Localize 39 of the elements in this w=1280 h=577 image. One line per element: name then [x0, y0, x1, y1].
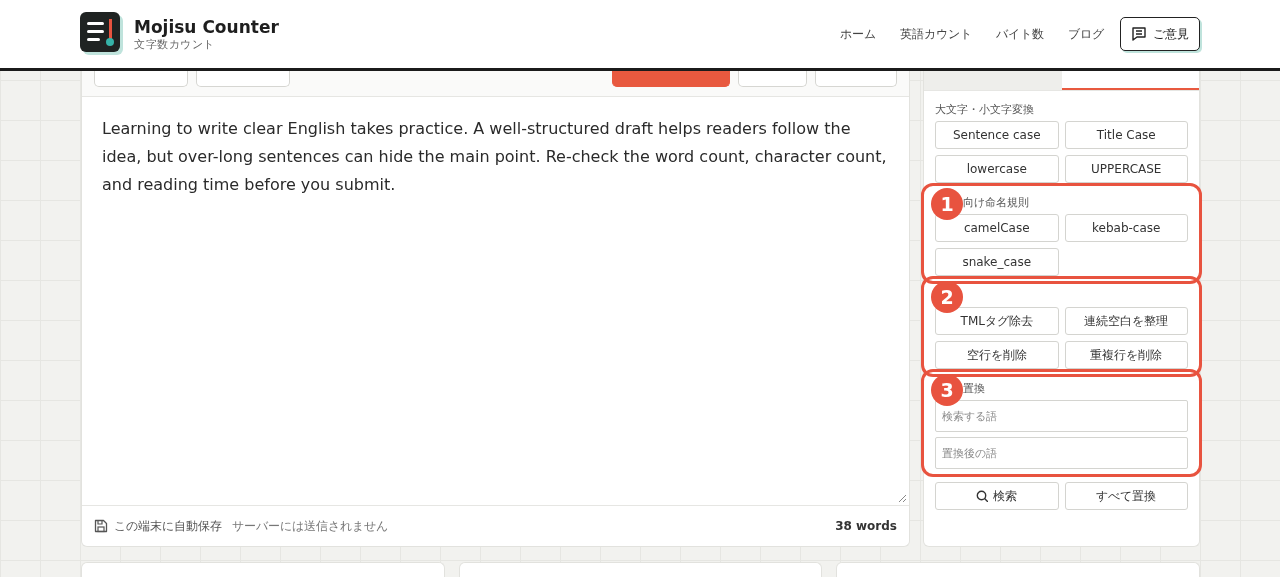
tool-button[interactable]: lowercase	[935, 155, 1059, 183]
panel-tab[interactable]	[1061, 71, 1199, 90]
nav-link[interactable]: ブログ	[1056, 25, 1116, 43]
logo-title: Mojisu Counter	[134, 16, 279, 37]
section-label: 大文字・小文字変換	[935, 103, 1034, 116]
tool-button[interactable]: すべて置換	[1064, 482, 1188, 510]
annotation-badge: 2	[931, 281, 963, 313]
tool-button[interactable]: TMLタグ除去	[935, 307, 1059, 335]
logo-subtitle: 文字数カウント	[134, 37, 216, 52]
nav-link[interactable]: ホーム	[828, 25, 888, 43]
tool-button[interactable]: 連続空白を整理	[1064, 307, 1188, 335]
message-icon	[1131, 26, 1147, 42]
save-icon	[94, 519, 108, 533]
search-icon	[976, 490, 989, 502]
tool-button[interactable]: 空行を削除	[935, 341, 1059, 369]
tool-button[interactable]: Sentence case	[935, 121, 1059, 149]
resize-handle-icon[interactable]	[898, 494, 907, 503]
feedback-button[interactable]: ご意見	[1120, 17, 1200, 51]
tool-button[interactable]: camelCase	[935, 214, 1059, 242]
tool-button[interactable]: Title Case	[1064, 121, 1188, 149]
tool-button[interactable]: snake_case	[935, 248, 1059, 276]
privacy-note: サーバーには送信されません	[232, 517, 388, 535]
annotation-badge: 3	[931, 374, 963, 406]
annotation-badge: 1	[931, 188, 963, 220]
tool-button[interactable]: 検索	[935, 482, 1059, 510]
section-label: 置換	[963, 382, 985, 395]
nav-link[interactable]: 英語カウント	[888, 25, 984, 43]
section-label: 向け命名規則	[963, 196, 1029, 209]
editor-text[interactable]: Learning to write clear English takes practice. A well-structured draft helps readers follow the idea, but over-long sentences can hide the main point. Re-check the word count, character count, and reading time before you submit.	[102, 115, 889, 199]
tool-button[interactable]: 重複行を削除	[1064, 341, 1188, 369]
tool-button[interactable]: UPPERCASE	[1064, 155, 1188, 183]
text-field[interactable]: 検索する語	[935, 400, 1188, 432]
logo-icon	[80, 12, 124, 56]
word-count: 38 words	[835, 519, 897, 533]
nav-link[interactable]: バイト数	[984, 25, 1056, 43]
tool-button[interactable]: kebab-case	[1064, 214, 1188, 242]
autosave-label: この端末に自動保存	[114, 517, 222, 535]
toolbar-button[interactable]	[612, 71, 730, 87]
text-field[interactable]: 置換後の語	[935, 437, 1188, 469]
